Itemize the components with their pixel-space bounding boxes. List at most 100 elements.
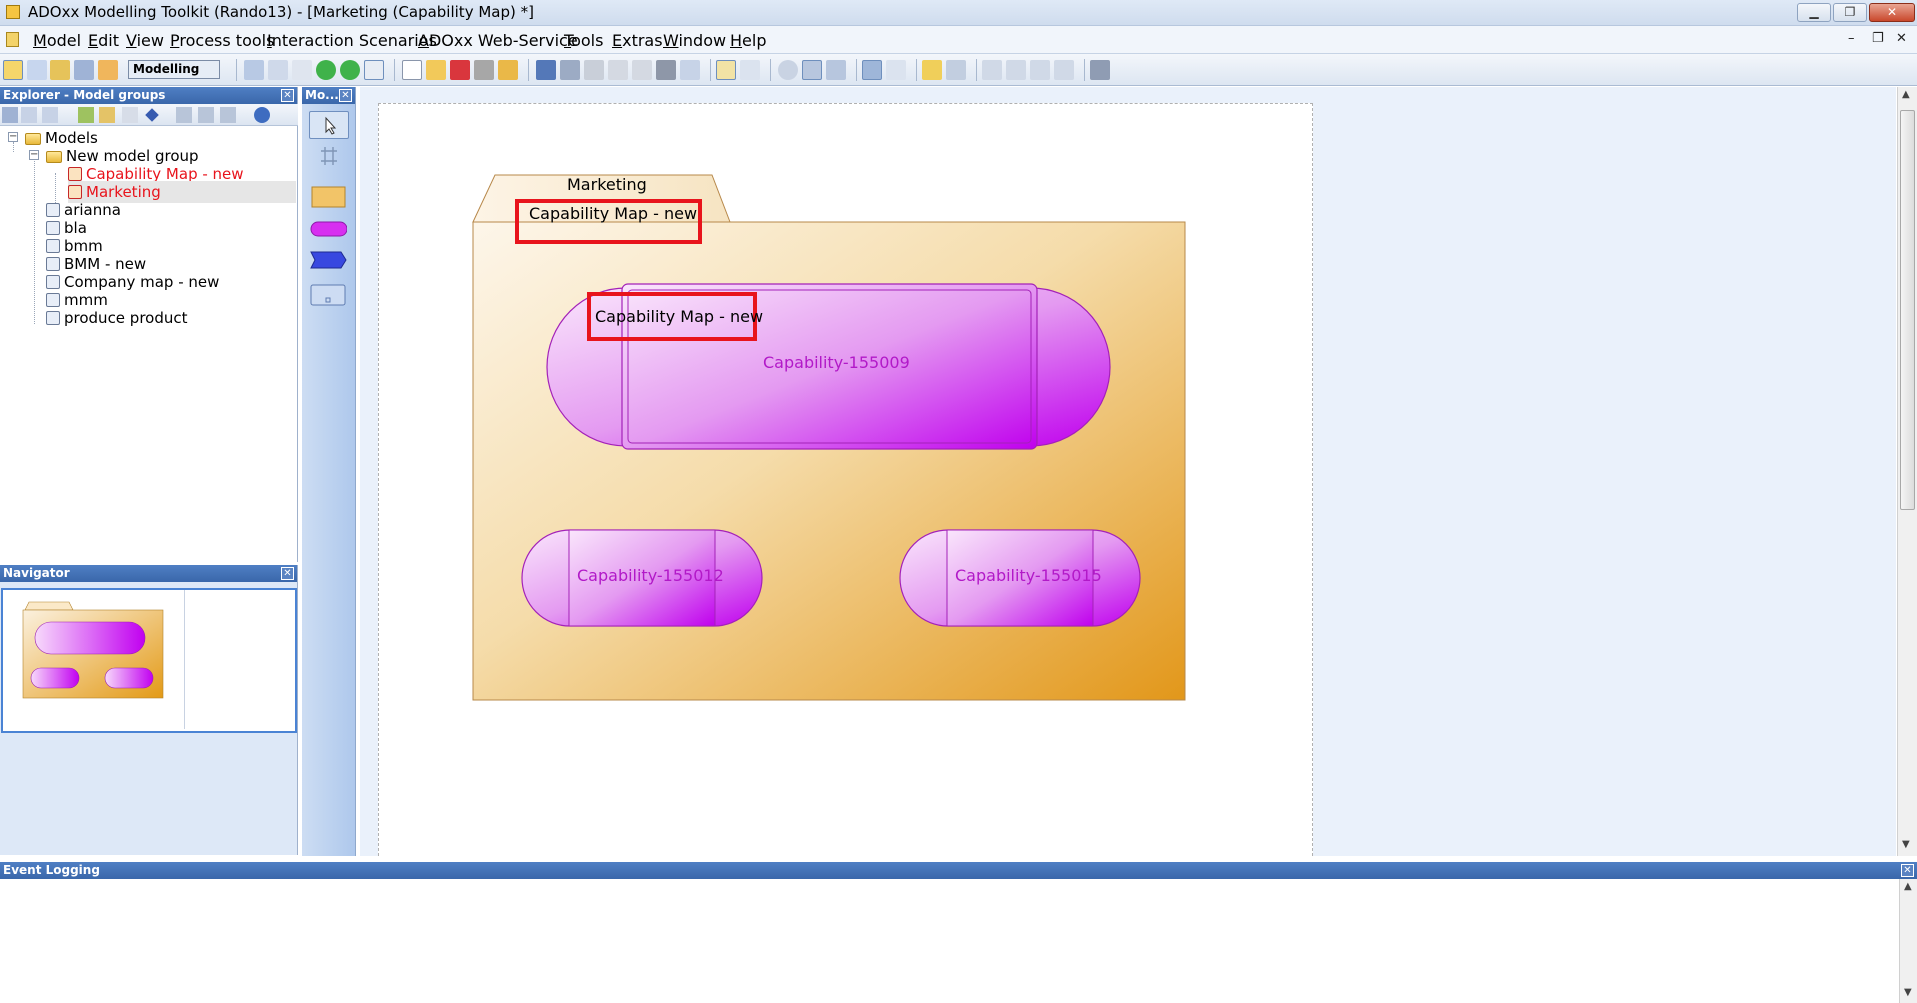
grid-icon[interactable] <box>862 60 882 80</box>
explorer-title: Explorer - Model groups <box>3 88 166 102</box>
document-icon <box>6 32 19 47</box>
explorer-group-icon[interactable] <box>99 107 115 123</box>
print-icon[interactable] <box>474 60 494 80</box>
diagram <box>472 174 1186 701</box>
align-center-icon[interactable] <box>1006 60 1026 80</box>
model-icon <box>46 275 60 289</box>
model-icon <box>46 203 60 217</box>
bend-connector-icon[interactable] <box>946 60 966 80</box>
menu-interaction-scenarios[interactable]: Interaction Scenarios <box>267 31 437 50</box>
maximize-button[interactable]: ❐ <box>1833 3 1867 22</box>
menu-extras[interactable]: Extras <box>612 31 663 50</box>
explorer-expand-icon[interactable] <box>176 107 192 123</box>
menu-model[interactable]: Model <box>33 31 81 50</box>
explorer-header: Explorer - Model groups ✕ <box>0 87 297 104</box>
note-tool-icon[interactable] <box>309 281 349 309</box>
event-logging-header: Event Logging ✕ <box>0 862 1917 879</box>
explorer-sort-icon[interactable] <box>220 107 236 123</box>
modelling-view-icon[interactable] <box>716 60 736 80</box>
mode-selector[interactable]: Modelling <box>128 60 220 79</box>
palette-close-icon[interactable]: ✕ <box>339 89 352 102</box>
open-model-icon[interactable] <box>426 60 446 80</box>
navigator-thumbnail <box>22 601 164 699</box>
list-view-icon[interactable] <box>268 60 288 80</box>
folder-name-label: Capability Map - new <box>529 204 698 223</box>
process-tool-icon[interactable] <box>309 247 349 275</box>
connector-tool-icon[interactable] <box>309 143 349 171</box>
undo-icon[interactable] <box>536 60 556 80</box>
explorer-list-icon[interactable] <box>21 107 37 123</box>
forward-icon[interactable] <box>340 60 360 80</box>
event-logging-panel: Event Logging ✕ ▲ ▼ <box>0 862 1917 1003</box>
event-log-scrollbar[interactable]: ▲ ▼ <box>1899 879 1917 1003</box>
table-view-icon[interactable] <box>740 60 760 80</box>
mdi-restore-button[interactable]: ❐ <box>1872 31 1884 46</box>
explorer-view-icon[interactable] <box>2 107 18 123</box>
event-log-scroll-up-icon[interactable]: ▲ <box>1904 881 1912 892</box>
scroll-thumb[interactable] <box>1900 110 1915 510</box>
swimlane-icon[interactable] <box>886 60 906 80</box>
event-logging-title: Event Logging <box>3 863 100 877</box>
explorer-collapse-icon[interactable] <box>198 107 214 123</box>
align-right-icon[interactable] <box>1030 60 1050 80</box>
redo-icon[interactable] <box>560 60 580 80</box>
group-collapse-toggle[interactable]: − <box>29 150 39 160</box>
menu-tools[interactable]: Tools <box>564 31 603 50</box>
scroll-up-icon[interactable]: ▲ <box>1902 89 1910 100</box>
menu-process-tools[interactable]: Process tools <box>170 31 274 50</box>
scroll-down-icon[interactable]: ▼ <box>1902 839 1910 850</box>
new-model-icon[interactable] <box>402 60 422 80</box>
modelling-mode-icon[interactable] <box>3 60 23 80</box>
draw-connector-icon[interactable] <box>922 60 942 80</box>
import-export-icon[interactable] <box>98 60 118 80</box>
explorer-diamond-icon[interactable] <box>145 108 159 122</box>
window-title: ADOxx Modelling Toolkit (Rando13) - [Mar… <box>28 3 534 21</box>
copy-icon[interactable] <box>608 60 628 80</box>
explorer-filter-icon[interactable] <box>122 107 138 123</box>
tree-item-produce-product[interactable]: produce product <box>46 307 188 329</box>
back-icon[interactable] <box>316 60 336 80</box>
mdi-close-button[interactable]: ✕ <box>1896 31 1907 46</box>
event-log-scroll-down-icon[interactable]: ▼ <box>1904 987 1912 998</box>
tree-view-icon[interactable] <box>292 60 312 80</box>
fit-to-window-icon[interactable] <box>802 60 822 80</box>
menu-adoxx-web-service[interactable]: ADOxx Web-Service <box>418 31 578 50</box>
paste-icon[interactable] <box>632 60 652 80</box>
navigator-close-icon[interactable]: ✕ <box>281 567 294 580</box>
zoom-area-icon[interactable] <box>826 60 846 80</box>
find-icon[interactable] <box>656 60 676 80</box>
minimize-button[interactable]: ▁ <box>1797 3 1831 22</box>
save-all-icon[interactable] <box>498 60 518 80</box>
cut-icon[interactable] <box>584 60 604 80</box>
replace-icon[interactable] <box>680 60 700 80</box>
save-icon[interactable] <box>450 60 470 80</box>
simulation-icon[interactable] <box>50 60 70 80</box>
analysis-icon[interactable] <box>27 60 47 80</box>
explorer-chart-icon[interactable] <box>78 107 94 123</box>
home-icon[interactable] <box>244 60 264 80</box>
explorer-help-icon[interactable] <box>254 107 270 123</box>
close-button[interactable]: ✕ <box>1869 3 1915 22</box>
distribute-icon[interactable] <box>1054 60 1074 80</box>
navigator-viewport[interactable] <box>1 588 297 733</box>
menu-help[interactable]: Help <box>730 31 766 50</box>
clock-icon[interactable] <box>364 60 384 80</box>
group-folder-tool-icon[interactable] <box>309 183 349 211</box>
navigator-title: Navigator <box>3 566 70 580</box>
folder-icon <box>25 133 41 145</box>
explorer-hierarchy-icon[interactable] <box>42 107 58 123</box>
explorer-toolbar <box>0 104 298 126</box>
align-left-icon[interactable] <box>982 60 1002 80</box>
evaluation-icon[interactable] <box>74 60 94 80</box>
event-logging-close-icon[interactable]: ✕ <box>1901 864 1914 877</box>
menu-view[interactable]: View <box>126 31 164 50</box>
menu-window[interactable]: Window <box>663 31 726 50</box>
models-collapse-toggle[interactable]: − <box>8 132 18 142</box>
explorer-close-icon[interactable]: ✕ <box>281 89 294 102</box>
mdi-minimize-button[interactable]: – <box>1848 31 1855 46</box>
zoom-icon[interactable] <box>778 60 798 80</box>
pointer-tool-icon[interactable] <box>309 111 349 139</box>
menu-edit[interactable]: Edit <box>88 31 119 50</box>
capability-tool-icon[interactable] <box>309 215 349 243</box>
print-preview-icon[interactable] <box>1090 60 1110 80</box>
